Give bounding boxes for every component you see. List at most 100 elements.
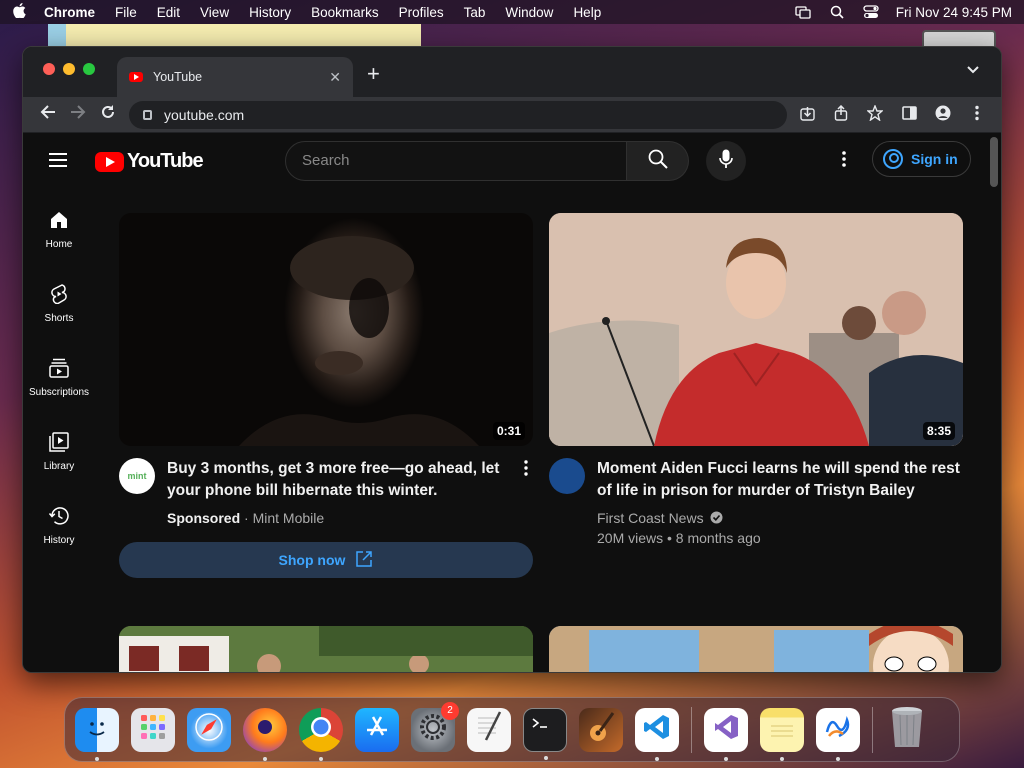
video-thumbnail[interactable]: 0:31 (119, 213, 533, 446)
account-icon (883, 149, 903, 169)
guide-menu-icon[interactable] (49, 153, 67, 171)
apple-icon[interactable] (12, 2, 26, 22)
tab-search-chevron-icon[interactable] (967, 63, 979, 77)
dock-firefox[interactable] (243, 707, 287, 761)
lock-icon[interactable] (143, 109, 152, 120)
sidebar-item-history[interactable]: History (23, 493, 95, 567)
reload-button[interactable] (93, 104, 123, 125)
menu-edit[interactable]: Edit (157, 5, 180, 20)
dock-system-settings[interactable]: 2 (411, 701, 459, 752)
sidebar-item-subscriptions[interactable]: Subscriptions (23, 345, 95, 419)
control-center-icon[interactable] (862, 5, 880, 19)
settings-more-icon[interactable] (841, 151, 847, 167)
running-indicator (544, 755, 548, 760)
chrome-menu-icon[interactable] (969, 105, 985, 124)
running-indicator (655, 756, 659, 761)
sidebar-item-shorts[interactable]: Shorts (23, 271, 95, 345)
video-stats: 20M views • 8 months ago (597, 530, 761, 546)
spotlight-search-icon[interactable] (828, 5, 846, 19)
close-window-button[interactable] (43, 63, 55, 75)
channel-avatar[interactable]: mint (119, 458, 155, 494)
youtube-play-icon (95, 151, 124, 172)
sidebar-label: Home (45, 239, 73, 250)
ad-video-card: 0:31 mint Buy 3 months, get 3 more free—… (119, 213, 533, 578)
dock-vscode[interactable] (635, 707, 679, 761)
youtube-page: YouTube Search Sign in Home Shorts Subsc… (23, 133, 1001, 672)
running-indicator (780, 756, 784, 761)
app-store-icon (363, 713, 391, 747)
search-input[interactable]: Search (285, 141, 627, 181)
freeform-squiggle-icon (823, 712, 853, 748)
sponsored-label: Sponsored (167, 510, 241, 526)
back-button[interactable] (33, 105, 63, 124)
dock-garageband[interactable] (579, 707, 623, 752)
channel-name[interactable]: First Coast News (597, 510, 704, 526)
verified-check-icon (707, 510, 723, 526)
bookmark-star-icon[interactable] (866, 104, 884, 124)
subscriptions-icon (48, 357, 70, 379)
browser-toolbar: youtube.com (23, 97, 1001, 133)
sign-in-button[interactable]: Sign in (872, 141, 971, 177)
video-duration: 0:31 (492, 422, 525, 440)
dock-finder[interactable] (75, 707, 119, 761)
dock-chrome[interactable] (299, 707, 343, 761)
forward-button[interactable] (63, 105, 93, 124)
visual-studio-icon (711, 712, 741, 748)
install-app-icon[interactable] (799, 106, 815, 124)
profile-icon[interactable] (935, 105, 951, 124)
url-text[interactable]: youtube.com (164, 107, 244, 123)
dock-notes[interactable] (760, 707, 804, 761)
video-thumbnail[interactable] (119, 626, 533, 672)
search-button[interactable] (627, 141, 689, 181)
running-indicator (95, 756, 99, 761)
tab-title: YouTube (153, 70, 203, 84)
dock-app-store[interactable] (355, 707, 399, 752)
dock-safari[interactable] (187, 707, 231, 752)
running-indicator (319, 756, 323, 761)
browser-tab-youtube[interactable]: YouTube ✕ (117, 57, 353, 97)
voice-search-button[interactable] (706, 141, 746, 181)
dock-freeform[interactable] (816, 707, 860, 761)
menu-file[interactable]: File (115, 5, 137, 20)
video-card (549, 626, 963, 672)
zoom-window-button[interactable] (83, 63, 95, 75)
minimize-window-button[interactable] (63, 63, 75, 75)
youtube-logo[interactable]: YouTube (95, 150, 204, 173)
sidebar-item-library[interactable]: Library (23, 419, 95, 493)
video-thumbnail[interactable]: 8:35 (549, 213, 963, 446)
menu-window[interactable]: Window (505, 5, 553, 20)
ad-byline: Sponsored · Mint Mobile (167, 510, 325, 526)
sidebar-item-home[interactable]: Home (23, 197, 95, 271)
dock: 2 (64, 697, 960, 762)
video-title[interactable]: Moment Aiden Fucci learns he will spend … (597, 458, 963, 502)
dock-textedit[interactable] (467, 707, 511, 752)
dock-terminal[interactable] (523, 707, 567, 760)
menu-history[interactable]: History (249, 5, 291, 20)
menu-profiles[interactable]: Profiles (399, 5, 444, 20)
video-title[interactable]: Buy 3 months, get 3 more free—go ahead, … (167, 458, 519, 502)
screen-mirroring-icon[interactable] (794, 5, 812, 19)
menu-help[interactable]: Help (573, 5, 601, 20)
menu-view[interactable]: View (200, 5, 229, 20)
channel-name[interactable]: Mint Mobile (253, 510, 325, 526)
video-thumbnail[interactable] (549, 626, 963, 672)
channel-avatar[interactable] (549, 458, 585, 494)
side-panel-icon[interactable] (901, 106, 917, 123)
dock-visual-studio[interactable] (704, 707, 748, 761)
dock-separator (872, 706, 873, 753)
menu-tab[interactable]: Tab (464, 5, 486, 20)
page-scrollbar[interactable] (990, 137, 998, 187)
share-icon[interactable] (833, 104, 849, 124)
menu-app-name[interactable]: Chrome (44, 5, 95, 20)
notes-icon (767, 712, 797, 748)
dock-trash[interactable] (885, 706, 929, 752)
dock-launchpad[interactable] (131, 707, 175, 752)
menu-bookmarks[interactable]: Bookmarks (311, 5, 379, 20)
menubar-clock[interactable]: Fri Nov 24 9:45 PM (896, 5, 1012, 20)
close-tab-icon[interactable]: ✕ (329, 69, 341, 86)
shop-now-button[interactable]: Shop now (119, 542, 533, 578)
address-bar[interactable]: youtube.com (129, 100, 787, 129)
video-more-icon[interactable] (519, 460, 533, 528)
new-tab-button[interactable]: + (367, 61, 380, 87)
sign-in-label: Sign in (911, 151, 958, 167)
